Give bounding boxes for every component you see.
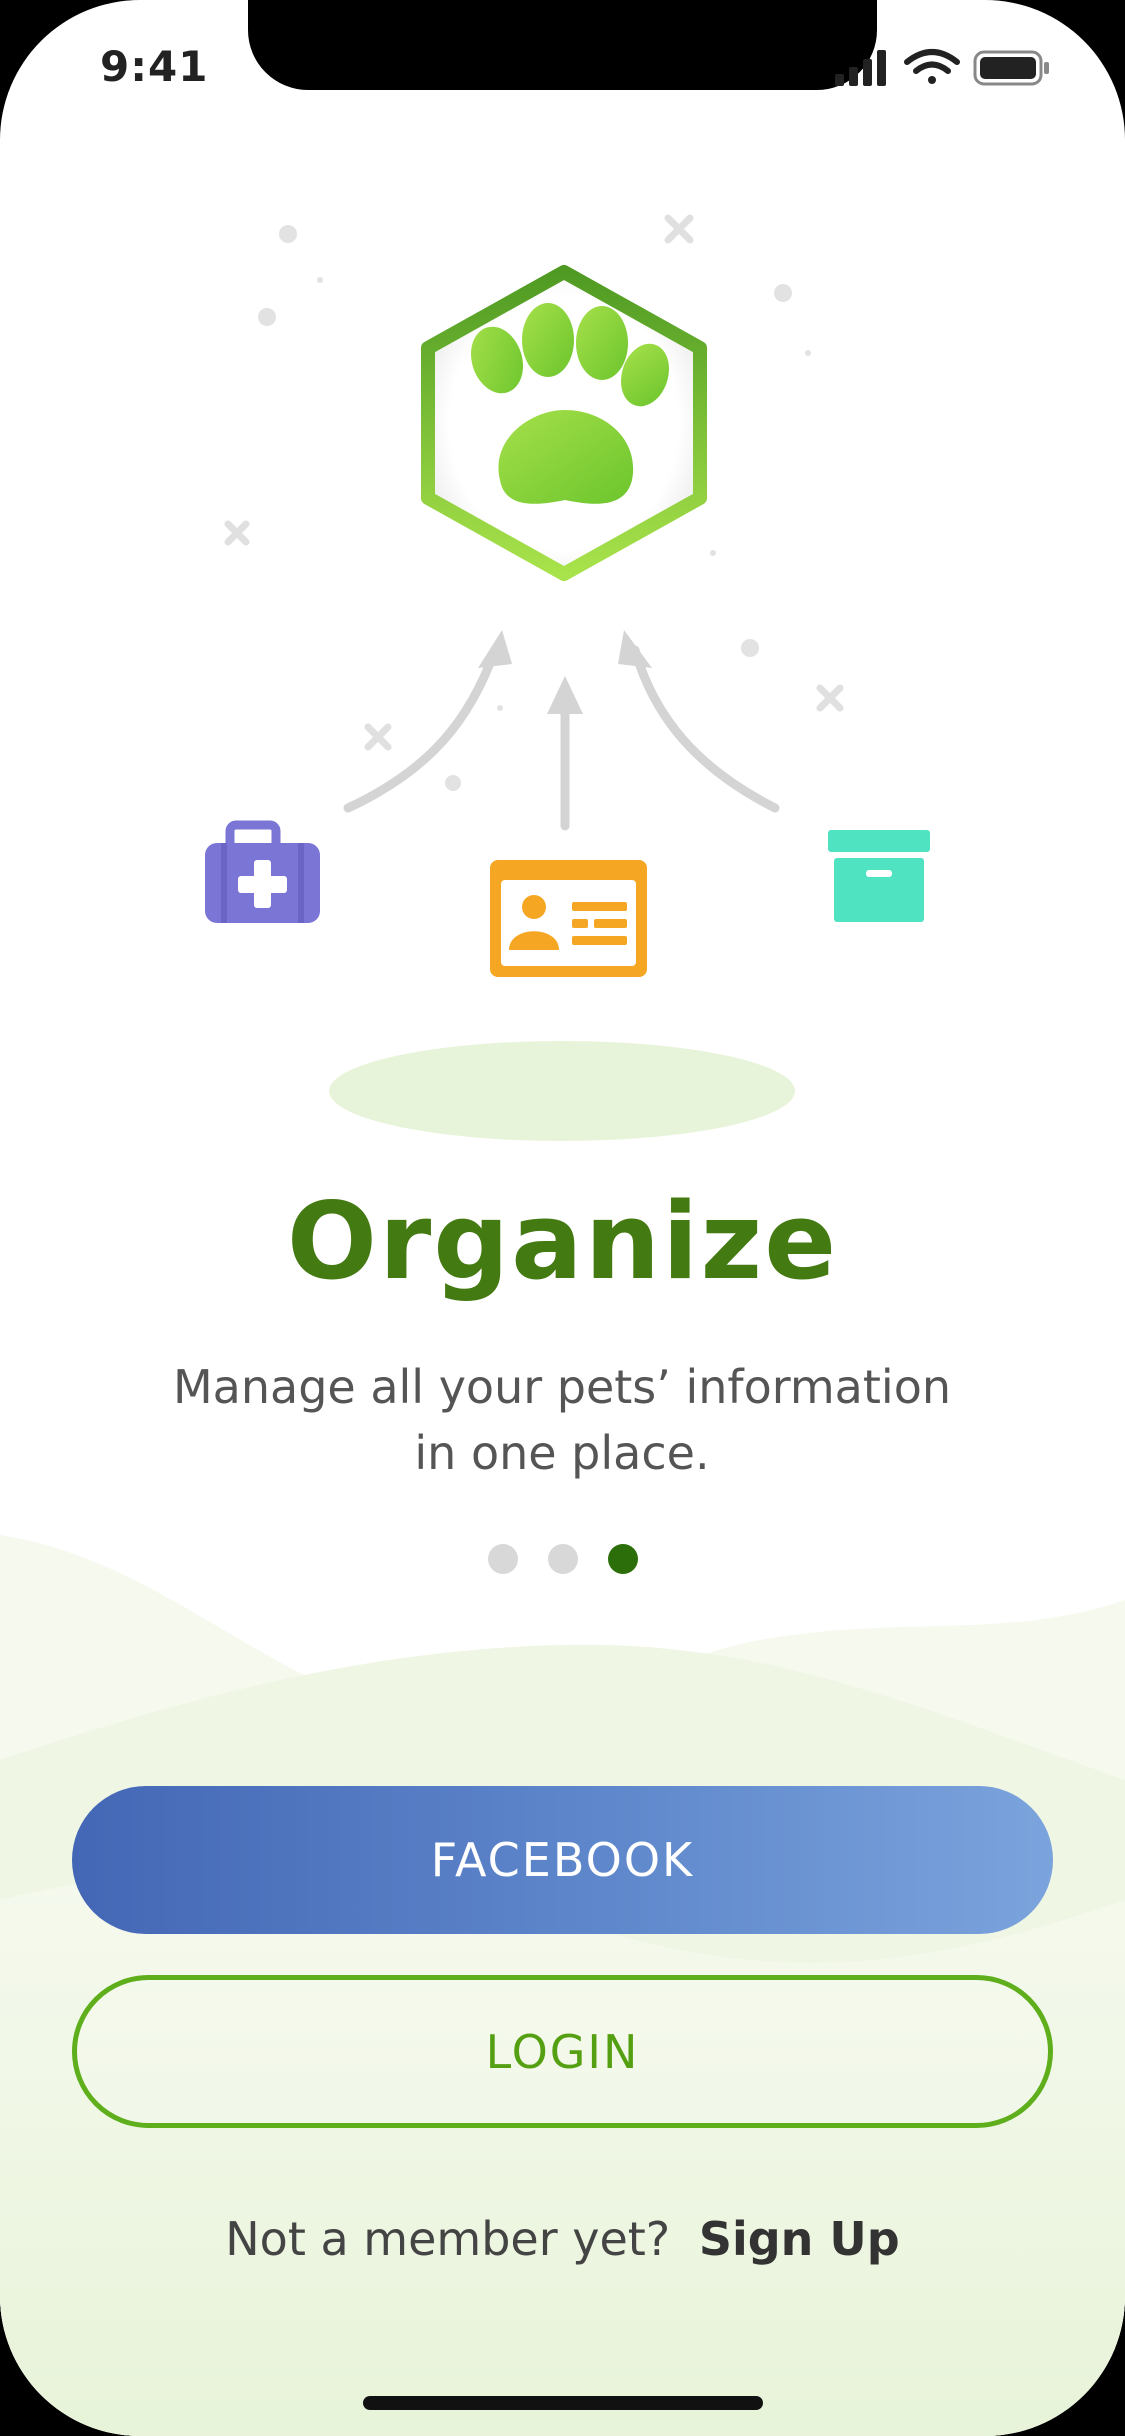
login-button-label: LOGIN — [485, 2024, 640, 2079]
arrows-graphic — [343, 645, 780, 831]
home-indicator[interactable] — [363, 2396, 763, 2410]
page-subtitle: Manage all your pets’ information in one… — [172, 1360, 951, 1480]
medical-kit-icon — [205, 820, 320, 923]
ground-shadow — [329, 1041, 795, 1141]
signup-row: Not a member yet? Sign Up — [0, 2212, 1125, 2266]
storage-box-icon — [828, 830, 930, 922]
onboarding-illustration — [205, 214, 930, 1141]
facebook-button-label: FACEBOOK — [430, 1833, 695, 1887]
login-button[interactable]: LOGIN — [72, 1975, 1053, 2128]
phone-screen: 9:41 Organize Manage all your pets’ info… — [0, 0, 1125, 2436]
id-card-icon — [490, 860, 647, 977]
signup-link[interactable]: Sign Up — [699, 2212, 900, 2266]
page-dot-3-active[interactable] — [608, 1544, 638, 1574]
paw-badge-icon — [421, 265, 707, 581]
page-dot-1[interactable] — [488, 1544, 518, 1574]
page-indicator — [488, 1544, 648, 1576]
signup-prompt: Not a member yet? — [225, 2212, 671, 2266]
facebook-button[interactable]: FACEBOOK — [72, 1786, 1053, 1934]
page-title: Organize — [286, 1180, 839, 1303]
page-dot-2[interactable] — [548, 1544, 578, 1574]
